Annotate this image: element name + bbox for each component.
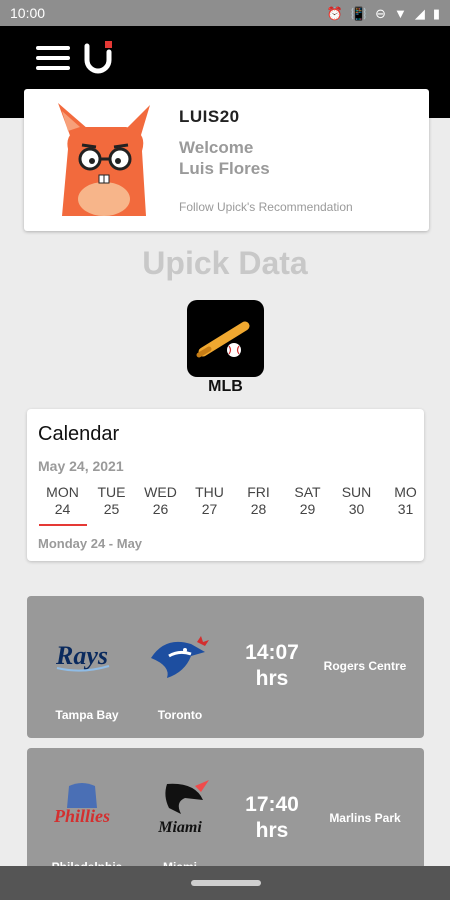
away-team-name: Toronto: [157, 708, 203, 722]
day-of-week: TUE: [97, 484, 126, 500]
day-number: 30: [348, 501, 365, 517]
day-number: 29: [299, 501, 316, 517]
match-time-value: 17:40: [245, 793, 299, 816]
match-time: 17:40 hrs: [232, 792, 312, 844]
calendar-day[interactable]: MON 24: [38, 484, 87, 526]
tagline: Follow Upick's Recommendation: [179, 200, 353, 214]
day-number: 26: [152, 501, 169, 517]
day-of-week: FRI: [247, 484, 270, 500]
upick-logo: [84, 41, 112, 74]
welcome-label: Welcome: [179, 138, 254, 157]
system-nav-bar: [0, 866, 450, 900]
calendar-day[interactable]: MO 31: [381, 484, 424, 526]
day-of-week: MON: [46, 484, 79, 500]
sport-label: MLB: [208, 378, 243, 395]
day-of-week: WED: [144, 484, 177, 500]
home-team-name: Tampa Bay: [55, 708, 119, 722]
status-bar: 10:00 ⏰ 📳 ⊖ ▼ ◢ ▮: [0, 0, 450, 26]
match-time: 14:07 hrs: [232, 640, 312, 692]
baseball-bat-icon: [196, 321, 250, 358]
day-number: 28: [250, 501, 267, 517]
battery-icon: ▮: [432, 5, 440, 21]
day-number: 25: [103, 501, 120, 517]
venue: Rogers Centre: [323, 659, 407, 673]
marlins-logo-icon: Miami: [157, 780, 209, 836]
dnd-icon: ⊖: [375, 5, 386, 21]
signal-icon: ◢: [414, 5, 425, 21]
vibrate-icon: 📳: [350, 5, 368, 21]
calendar-day[interactable]: WED 26: [136, 484, 185, 526]
day-number: 24: [54, 501, 71, 517]
alarm-icon: ⏰: [326, 5, 343, 21]
selected-date-label: Monday 24 - May: [38, 536, 143, 551]
avatar: [58, 103, 150, 216]
status-icons: ⏰ 📳 ⊖ ▼ ◢ ▮: [327, 7, 440, 20]
calendar-day[interactable]: THU 27: [185, 484, 234, 526]
phillies-logo-icon: Phillies: [53, 783, 110, 826]
calendar-day[interactable]: SAT 29: [283, 484, 332, 526]
venue: Marlins Park: [329, 811, 401, 825]
day-of-week: MO: [394, 484, 417, 500]
day-of-week: THU: [195, 484, 224, 500]
calendar-title: Calendar: [38, 423, 120, 445]
match-card[interactable]: Rays Tampa Bay Toronto 14:07 hrs Rogers …: [27, 596, 424, 738]
calendar-day[interactable]: FRI 28: [234, 484, 283, 526]
svg-text:Rays: Rays: [55, 641, 108, 670]
day-number: 27: [201, 501, 218, 517]
user-full-name: Luis Flores: [179, 159, 270, 178]
calendar-day[interactable]: SUN 30: [332, 484, 381, 526]
welcome-text: Welcome Luis Flores: [179, 137, 270, 179]
wifi-icon: ▼: [393, 5, 407, 21]
day-number: 31: [397, 501, 414, 517]
rays-logo-icon: Rays: [55, 641, 110, 672]
mlb-sport-button[interactable]: [187, 300, 264, 377]
svg-text:Phillies: Phillies: [53, 806, 110, 826]
calendar-card: Calendar May 24, 2021 MON 24 TUE 25 WED …: [27, 409, 424, 561]
day-of-week: SUN: [341, 484, 372, 500]
username: LUIS20: [179, 107, 240, 126]
svg-text:Miami: Miami: [157, 819, 202, 836]
hamburger-menu-icon[interactable]: [36, 46, 70, 72]
calendar-days: MON 24 TUE 25 WED 26 THU 27 FRI 28 SAT 2…: [38, 484, 424, 526]
home-gesture-handle[interactable]: [191, 880, 261, 886]
profile-card[interactable]: LUIS20 Welcome Luis Flores Follow Upick'…: [24, 89, 429, 231]
match-time-value: 14:07: [245, 641, 299, 664]
day-of-week: SAT: [294, 484, 321, 500]
status-time: 10:00: [10, 5, 46, 21]
match-time-unit: hrs: [255, 819, 289, 842]
calendar-day[interactable]: TUE 25: [87, 484, 136, 526]
section-title: Upick Data: [142, 245, 308, 281]
blue-jays-logo-icon: [151, 636, 209, 678]
match-time-unit: hrs: [255, 667, 289, 690]
calendar-date: May 24, 2021: [38, 458, 124, 474]
